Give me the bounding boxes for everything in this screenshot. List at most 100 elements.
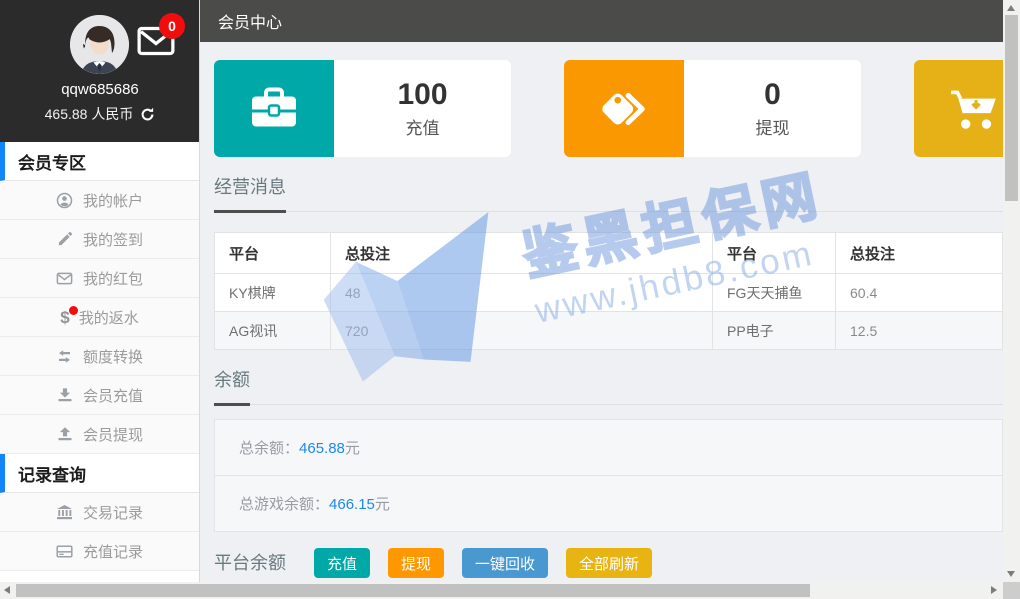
topbar: 会员中心 bbox=[200, 0, 1003, 42]
balance-unit: 元 bbox=[375, 496, 390, 513]
withdraw-icon bbox=[56, 425, 74, 443]
dollar-icon: $ bbox=[60, 309, 69, 326]
sidebar-item-member-deposit[interactable]: 会员充值 bbox=[0, 376, 199, 415]
balance-row-total: 总余额：465.88元 bbox=[215, 420, 1002, 475]
sidebar-section-title: 会员专区 bbox=[18, 149, 86, 174]
envelope-icon bbox=[56, 269, 74, 287]
message-count-badge: 0 bbox=[159, 13, 185, 39]
balance-panel: 总余额：465.88元 总游戏余额：466.15元 bbox=[214, 419, 1003, 532]
deposit-icon bbox=[56, 386, 74, 404]
sidebar-item-label: 会员提现 bbox=[83, 424, 143, 445]
sidebar-item-my-account[interactable]: 我的帐户 bbox=[0, 181, 199, 220]
scroll-down-arrow[interactable] bbox=[1007, 571, 1015, 577]
recharge-button[interactable]: 充值 bbox=[314, 548, 370, 578]
credit-card-icon bbox=[56, 542, 74, 560]
sidebar-item-label: 额度转换 bbox=[83, 346, 143, 367]
horizontal-scroll-thumb[interactable] bbox=[16, 584, 810, 597]
sidebar-item-my-signin[interactable]: 我的签到 bbox=[0, 220, 199, 259]
table-header-platform: 平台 bbox=[713, 233, 836, 274]
stat-card-body: 0 提现 bbox=[684, 60, 861, 157]
refresh-icon[interactable] bbox=[140, 107, 155, 122]
sidebar-item-deposit-records[interactable]: 充值记录 bbox=[0, 532, 199, 571]
balance-line: 465.88 人民币 bbox=[0, 104, 200, 124]
balance-label: 总游戏余额： bbox=[239, 496, 329, 513]
refresh-all-button[interactable]: 全部刷新 bbox=[566, 548, 652, 578]
stat-card-deposit: 100 充值 bbox=[214, 60, 511, 157]
sidebar-item-my-rebate[interactable]: $ 我的返水 bbox=[0, 298, 199, 337]
table-header-platform: 平台 bbox=[215, 233, 331, 274]
balance-row-game-total: 总游戏余额：466.15元 bbox=[215, 475, 1002, 531]
stat-label: 提现 bbox=[756, 114, 790, 139]
bet-table: 平台 总投注 平台 总投注 KY棋牌 48 FG天天捕鱼 60.4 AG视讯 7… bbox=[214, 232, 1003, 350]
sidebar-item-label: 交易记录 bbox=[83, 502, 143, 523]
stat-card-icon-box bbox=[564, 60, 684, 157]
stat-value: 100 bbox=[397, 78, 447, 111]
stat-value: 0 bbox=[764, 78, 781, 111]
section-title-business: 经营消息 bbox=[214, 173, 286, 213]
table-cell-platform: KY棋牌 bbox=[215, 274, 331, 312]
scroll-right-arrow[interactable] bbox=[991, 586, 997, 594]
table-cell-platform: PP电子 bbox=[713, 312, 836, 350]
scroll-up-arrow[interactable] bbox=[1007, 5, 1015, 11]
sidebar-item-label: 我的帐户 bbox=[83, 190, 143, 211]
balance-unit: 元 bbox=[345, 440, 360, 457]
table-cell-bet: 60.4 bbox=[836, 274, 1003, 312]
table-cell-bet: 720 bbox=[331, 312, 713, 350]
sidebar-user-panel: 0 qqw685686 465.88 人民币 bbox=[0, 0, 199, 142]
platform-buttons: 充值 提现 一键回收 全部刷新 bbox=[314, 548, 652, 578]
sidebar-item-transaction-records[interactable]: 交易记录 bbox=[0, 493, 199, 532]
table-cell-bet: 12.5 bbox=[836, 312, 1003, 350]
sidebar-item-label: 会员充值 bbox=[83, 385, 143, 406]
balance-label: 总余额： bbox=[239, 440, 299, 457]
table-cell-platform: AG视讯 bbox=[215, 312, 331, 350]
stat-label: 充值 bbox=[406, 114, 440, 139]
stat-card-icon-box bbox=[914, 60, 1003, 157]
withdraw-button[interactable]: 提现 bbox=[388, 548, 444, 578]
balance-text: 465.88 人民币 bbox=[45, 104, 134, 124]
table-header-total-bet: 总投注 bbox=[331, 233, 713, 274]
briefcase-icon bbox=[248, 86, 300, 131]
horizontal-scrollbar[interactable] bbox=[0, 582, 1003, 599]
section-title-platform-balance: 平台余额 bbox=[214, 549, 286, 582]
sidebar-item-label: 我的红包 bbox=[83, 268, 143, 289]
platform-section-header: 平台余额 充值 提现 一键回收 全部刷新 bbox=[214, 548, 1003, 582]
table-header-row: 平台 总投注 平台 总投注 bbox=[215, 233, 1003, 274]
table-cell-bet: 48 bbox=[331, 274, 713, 312]
notification-dot bbox=[69, 306, 78, 315]
sidebar: 0 qqw685686 465.88 人民币 会员专区 我的帐户 bbox=[0, 0, 200, 582]
balance-value: 466.15 bbox=[329, 496, 375, 513]
bank-icon bbox=[56, 503, 74, 521]
one-key-recycle-button[interactable]: 一键回收 bbox=[462, 548, 548, 578]
sidebar-item-label: 充值记录 bbox=[83, 541, 143, 562]
cart-arrow-down-icon bbox=[947, 86, 1001, 132]
member-center-screen: 0 qqw685686 465.88 人民币 会员专区 我的帐户 bbox=[0, 0, 1020, 599]
main-content: 100 充值 0 提现 bbox=[200, 42, 1003, 582]
table-row: KY棋牌 48 FG天天捕鱼 60.4 bbox=[215, 274, 1003, 312]
stat-card-withdraw: 0 提现 bbox=[564, 60, 861, 157]
sidebar-section-title: 记录查询 bbox=[18, 461, 86, 486]
sidebar-item-label: 我的返水 bbox=[79, 307, 139, 328]
table-header-total-bet: 总投注 bbox=[836, 233, 1003, 274]
user-icon bbox=[56, 191, 74, 209]
scrollbar-corner bbox=[1003, 582, 1020, 599]
sidebar-item-my-redpacket[interactable]: 我的红包 bbox=[0, 259, 199, 298]
balance-value: 465.88 bbox=[299, 440, 345, 457]
stat-card-body: 100 充值 bbox=[334, 60, 511, 157]
business-section-header: 经营消息 bbox=[214, 173, 1003, 212]
stat-card-clipped bbox=[914, 60, 1003, 157]
vertical-scrollbar[interactable] bbox=[1003, 0, 1020, 582]
avatar-illustration bbox=[70, 15, 129, 74]
vertical-scroll-thumb[interactable] bbox=[1005, 15, 1018, 201]
tags-icon bbox=[597, 86, 651, 132]
balance-section-header: 余额 bbox=[214, 366, 1003, 405]
username: qqw685686 bbox=[0, 81, 200, 98]
transfer-arrows-icon bbox=[56, 347, 74, 365]
sidebar-item-quota-transfer[interactable]: 额度转换 bbox=[0, 337, 199, 376]
avatar[interactable] bbox=[70, 15, 129, 74]
section-title-balance: 余额 bbox=[214, 366, 250, 406]
scroll-left-arrow[interactable] bbox=[4, 586, 10, 594]
stat-cards-row: 100 充值 0 提现 bbox=[214, 60, 1003, 157]
sidebar-item-member-withdraw[interactable]: 会员提现 bbox=[0, 415, 199, 454]
pencil-icon bbox=[56, 230, 74, 248]
sidebar-section-records: 记录查询 bbox=[0, 454, 199, 493]
